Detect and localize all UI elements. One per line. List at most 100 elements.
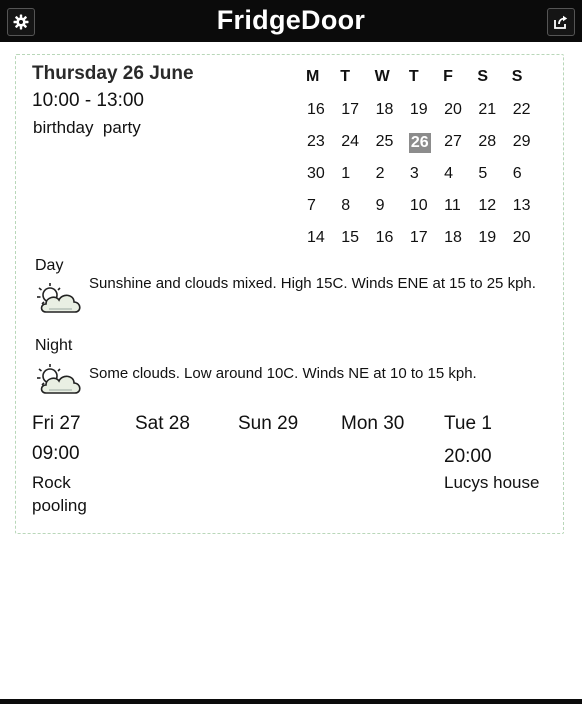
upcoming-day-name: Mon 30 <box>341 413 405 434</box>
calendar-day-number: 20 <box>512 229 531 246</box>
upcoming-day-sun[interactable]: Sun 29 <box>238 413 343 443</box>
calendar-day-number: 17 <box>409 229 428 246</box>
calendar-day[interactable]: 20 <box>443 101 477 133</box>
calendar-day[interactable]: 5 <box>477 165 511 197</box>
calendar-day[interactable]: 9 <box>375 197 409 229</box>
calendar-day[interactable]: 24 <box>340 133 374 165</box>
calendar-day-number: 24 <box>341 133 360 150</box>
calendar-day-number: 26 <box>408 133 431 153</box>
calendar-day-today[interactable]: 26 <box>408 133 443 165</box>
calendar-day-number: 17 <box>341 101 360 118</box>
calendar-day-number: 20 <box>444 101 462 118</box>
calendar-day-number: 2 <box>375 165 385 182</box>
calendar-day-number: 19 <box>409 101 428 118</box>
calendar-day[interactable]: 8 <box>340 197 374 229</box>
calendar-day-number: 6 <box>512 165 522 182</box>
calendar-day[interactable]: 4 <box>443 165 477 197</box>
calendar-week: 14 15 16 17 18 19 20 <box>306 229 546 261</box>
calendar-day-number: 8 <box>341 197 351 214</box>
mini-calendar: M T W T F S S 16 17 18 19 20 21 22 23 24… <box>306 68 546 261</box>
calendar-day[interactable]: 3 <box>409 165 443 197</box>
weekday-label: S <box>477 68 489 85</box>
calendar-day[interactable]: 17 <box>409 229 443 261</box>
calendar-day[interactable]: 25 <box>375 133 409 165</box>
calendar-day-number: 16 <box>307 101 325 118</box>
weekday-label: S <box>511 68 523 85</box>
calendar-day-number: 29 <box>512 133 531 150</box>
weather-day-label: Day <box>35 257 64 274</box>
upcoming-event-time: 20:00 <box>444 446 492 467</box>
weekday-label: T <box>340 68 351 85</box>
calendar-day[interactable]: 22 <box>512 101 546 133</box>
weather-night-label: Night <box>35 337 73 354</box>
upcoming-day-name: Sun 29 <box>238 413 299 434</box>
calendar-day[interactable]: 2 <box>375 165 409 197</box>
calendar-day[interactable]: 13 <box>512 197 546 229</box>
calendar-day-number: 4 <box>444 165 454 182</box>
upcoming-day-sat[interactable]: Sat 28 <box>135 413 240 443</box>
upcoming-day-tue[interactable]: Tue 1 20:00 Lucys house <box>444 413 549 494</box>
calendar-day[interactable]: 15 <box>340 229 374 261</box>
calendar-day-number: 11 <box>444 197 461 214</box>
calendar-day[interactable]: 20 <box>512 229 546 261</box>
weather-night-text: Some clouds. Low around 10C. Winds NE at… <box>89 365 477 382</box>
upcoming-event-time: 09:00 <box>32 443 80 464</box>
calendar-day[interactable]: 1 <box>340 165 374 197</box>
partly-cloudy-icon <box>37 283 81 313</box>
calendar-day[interactable]: 18 <box>375 101 409 133</box>
calendar-day-number: 9 <box>375 197 385 214</box>
top-bar: FridgeDoor <box>0 0 582 42</box>
calendar-day[interactable]: 30 <box>306 165 340 197</box>
event-time: 10:00 - 13:00 <box>32 90 144 111</box>
weekday-label: F <box>443 68 453 85</box>
calendar-day[interactable]: 6 <box>512 165 546 197</box>
calendar-day[interactable]: 19 <box>409 101 443 133</box>
upcoming-day-mon[interactable]: Mon 30 <box>341 413 446 443</box>
upcoming-day-name: Sat 28 <box>135 413 190 434</box>
event-title: birthday party <box>33 118 141 137</box>
calendar-day-number: 19 <box>478 229 497 246</box>
calendar-day[interactable]: 7 <box>306 197 340 229</box>
calendar-day-number: 13 <box>512 197 531 214</box>
event-date: Thursday 26 June <box>32 63 194 84</box>
calendar-day-number: 12 <box>478 197 497 214</box>
calendar-day-number: 18 <box>444 229 462 246</box>
calendar-day[interactable]: 10 <box>409 197 443 229</box>
calendar-day-number: 1 <box>341 165 351 182</box>
calendar-day[interactable]: 14 <box>306 229 340 261</box>
calendar-day-number: 15 <box>341 229 360 246</box>
calendar-day-number: 18 <box>375 101 394 118</box>
calendar-weekday-row: M T W T F S S <box>306 68 546 101</box>
bottom-bar <box>0 699 582 704</box>
calendar-day-number: 21 <box>478 101 497 118</box>
calendar-day[interactable]: 29 <box>512 133 546 165</box>
calendar-day[interactable]: 11 <box>443 197 477 229</box>
upcoming-day-name: Tue 1 <box>444 413 492 434</box>
calendar-day[interactable]: 12 <box>477 197 511 229</box>
calendar-day[interactable]: 28 <box>477 133 511 165</box>
weather-day-text: Sunshine and clouds mixed. High 15C. Win… <box>89 275 536 292</box>
upcoming-event-title: Lucys house <box>444 473 540 492</box>
fridge-card: Thursday 26 June 10:00 - 13:00 birthday … <box>15 54 564 534</box>
calendar-day[interactable]: 23 <box>306 133 340 165</box>
weekday-label: T <box>408 68 419 85</box>
calendar-day[interactable]: 19 <box>477 229 511 261</box>
calendar-week: 30 1 2 3 4 5 6 <box>306 165 546 197</box>
app-title: FridgeDoor <box>216 5 366 35</box>
share-icon <box>554 15 568 29</box>
calendar-day[interactable]: 16 <box>306 101 340 133</box>
calendar-day-number: 25 <box>375 133 394 150</box>
calendar-day[interactable]: 17 <box>340 101 374 133</box>
calendar-day[interactable]: 16 <box>375 229 409 261</box>
upcoming-day-fri[interactable]: Fri 27 09:00 Rock pooling <box>32 413 137 517</box>
calendar-day-number: 30 <box>307 165 325 182</box>
calendar-week: 16 17 18 19 20 21 22 <box>306 101 546 133</box>
calendar-day-number: 5 <box>478 165 488 182</box>
calendar-day-number: 28 <box>478 133 497 150</box>
share-button[interactable] <box>547 8 575 36</box>
upcoming-day-name: Fri 27 <box>32 413 81 434</box>
calendar-day[interactable]: 21 <box>477 101 511 133</box>
calendar-day[interactable]: 27 <box>443 133 477 165</box>
calendar-day[interactable]: 18 <box>443 229 477 261</box>
upcoming-event-title: Rock pooling <box>32 473 87 515</box>
